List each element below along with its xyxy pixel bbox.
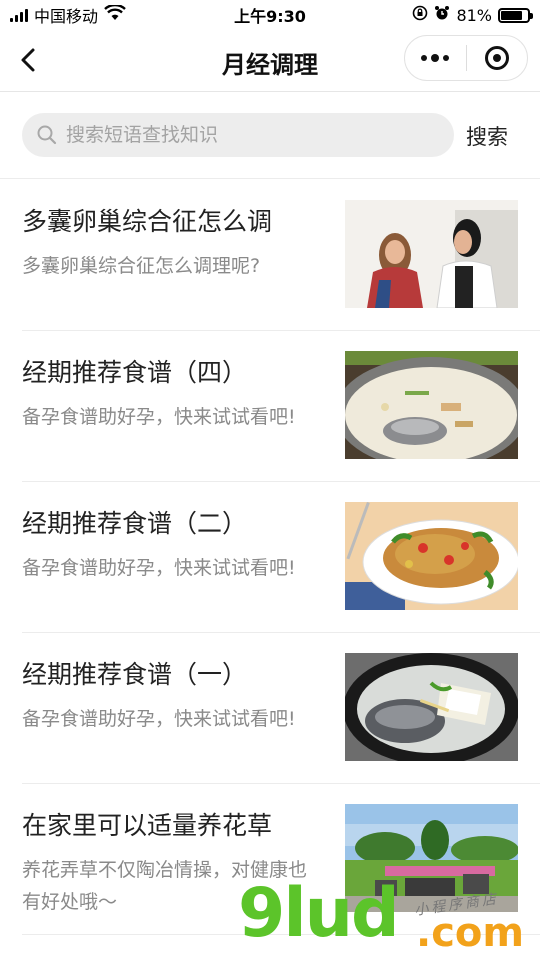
watermark-text: 9lud — [238, 874, 400, 953]
search-input[interactable] — [66, 124, 436, 146]
signal-icon — [10, 8, 28, 22]
item-title: 经期推荐食谱（一） — [22, 660, 248, 689]
search-box[interactable] — [22, 113, 454, 157]
item-title: 多囊卵巢综合征怎么调 — [22, 207, 273, 236]
item-title: 经期推荐食谱（四） — [22, 358, 248, 387]
carrier-name: 中国移动 — [34, 7, 99, 26]
item-desc: 备孕食谱助好孕，快来试试看吧! — [22, 557, 296, 579]
more-dots-icon[interactable] — [405, 36, 466, 80]
list-item[interactable]: 经期推荐食谱（一） 备孕食谱助好孕，快来试试看吧! — [0, 633, 540, 784]
alarm-icon — [434, 5, 450, 25]
battery-fill — [501, 10, 523, 20]
fish-tofu-pot-photo — [345, 653, 518, 761]
clock: 上午9:30 — [234, 7, 306, 26]
item-title: 经期推荐食谱（二） — [22, 509, 248, 538]
nav-bar: 月经调理 — [0, 30, 540, 92]
status-bar: 中国移动 上午9:30 81% — [0, 0, 540, 30]
battery-percent: 81% — [456, 5, 492, 25]
stir-fry-dish-photo — [345, 502, 518, 610]
target-circle-icon[interactable] — [467, 36, 528, 80]
item-desc: 备孕食谱助好孕，快来试试看吧! — [22, 406, 296, 428]
item-desc: 多囊卵巢综合征怎么调理呢? — [22, 255, 261, 277]
list-item[interactable]: 经期推荐食谱（四） 备孕食谱助好孕，快来试试看吧! — [0, 331, 540, 482]
article-list: 多囊卵巢综合征怎么调 多囊卵巢综合征怎么调理呢? 经期推荐食谱（四） 备孕食谱助… — [0, 180, 540, 935]
orientation-lock-icon — [412, 5, 428, 25]
item-desc: 备孕食谱助好孕，快来试试看吧! — [22, 708, 296, 730]
fish-soup-photo — [345, 351, 518, 459]
item-title: 在家里可以适量养花草 — [22, 811, 273, 840]
list-item[interactable]: 经期推荐食谱（二） 备孕食谱助好孕，快来试试看吧! — [0, 482, 540, 633]
miniprogram-capsule — [404, 35, 528, 81]
list-item[interactable]: 多囊卵巢综合征怎么调 多囊卵巢综合征怎么调理呢? — [0, 180, 540, 331]
status-left: 中国移动 — [10, 3, 210, 27]
watermark-logo: 9lud .com 小程序商店 — [238, 874, 538, 960]
status-right: 81% — [330, 5, 533, 25]
battery-icon — [498, 7, 533, 23]
search-button[interactable]: 搜索 — [466, 121, 508, 151]
search-icon — [37, 125, 57, 145]
search-area: 搜索 — [0, 92, 540, 179]
two-women-photo — [345, 200, 518, 308]
wifi-icon — [104, 3, 126, 25]
